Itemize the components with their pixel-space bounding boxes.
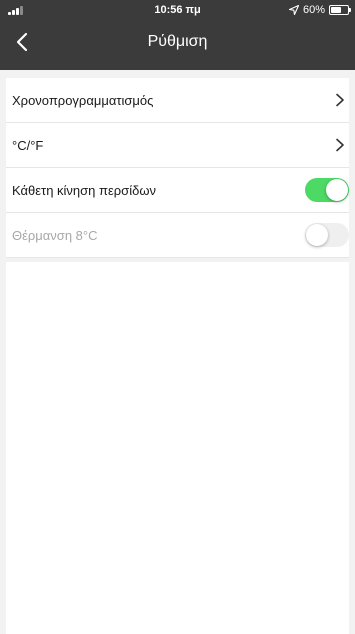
battery-icon [329,5,351,15]
schedule-row[interactable]: Χρονοπρογραμματισμός [6,78,349,123]
chevron-right-icon [336,93,344,107]
location-arrow-icon [288,5,299,15]
battery-fill [331,7,341,13]
empty-content-area [6,262,349,634]
heating-8c-row: Θέρμανση 8°C [6,213,349,258]
back-button[interactable] [6,26,38,58]
heating-8c-label: Θέρμανση 8°C [12,227,98,243]
vertical-louver-toggle[interactable] [305,178,349,202]
chevron-left-icon [16,32,28,52]
settings-screen: 10:56 πμ 60% Ρύθμιση Χρονοπρογραμματισμό… [0,0,355,634]
status-right: 60% [288,4,351,16]
toggle-knob [306,224,328,246]
temperature-unit-label: °C/°F [12,137,44,153]
vertical-louver-row: Κάθετη κίνηση περσίδων [6,168,349,213]
vertical-louver-label: Κάθετη κίνηση περσίδων [12,182,156,198]
battery-percent: 60% [302,4,325,16]
schedule-label: Χρονοπρογραμματισμός [12,92,154,108]
status-bar: 10:56 πμ 60% [0,0,355,20]
heating-8c-toggle[interactable] [305,223,349,247]
toggle-knob [326,179,348,201]
chevron-right-icon [336,138,344,152]
header-bar: 10:56 πμ 60% Ρύθμιση [0,0,355,70]
temperature-unit-row[interactable]: °C/°F [6,123,349,168]
page-title: Ρύθμιση [147,33,208,50]
nav-row: Ρύθμιση [0,20,355,64]
settings-list: Χρονοπρογραμματισμός °C/°F Κάθετη κίνηση… [6,78,349,258]
